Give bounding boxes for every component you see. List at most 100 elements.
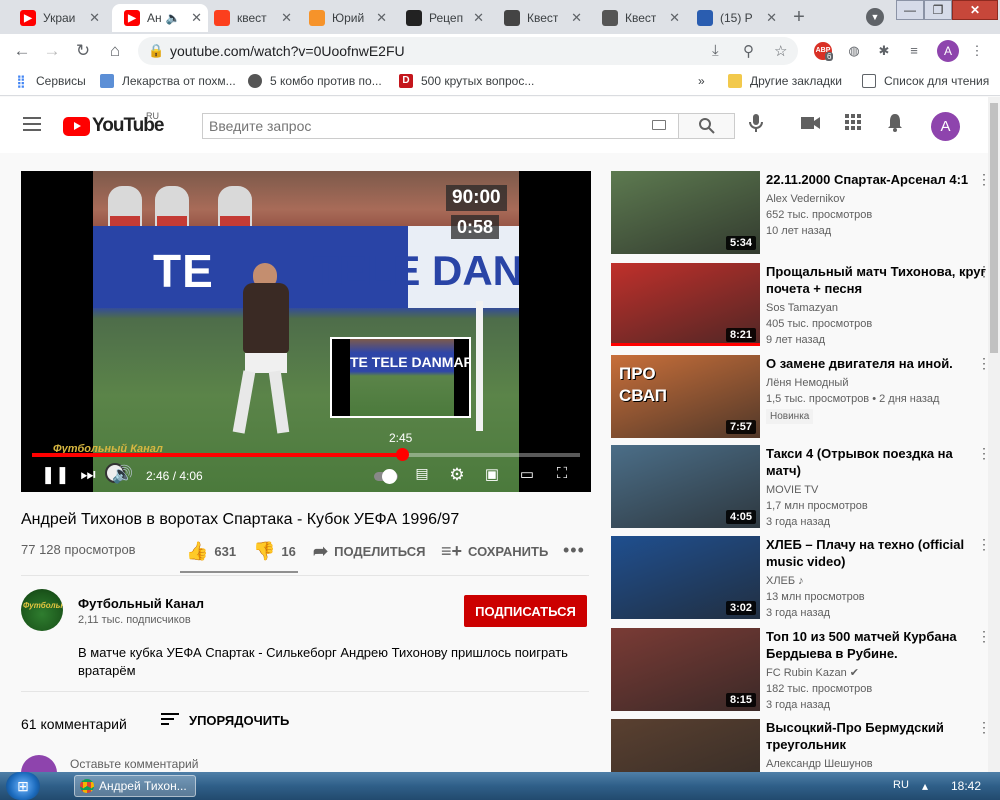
autoplay-toggle[interactable] (374, 469, 398, 484)
reload-icon[interactable]: ↻ (73, 41, 93, 61)
bookmarks-overflow-button[interactable]: » (698, 74, 705, 88)
fullscreen-icon[interactable]: ⛶ (551, 465, 573, 482)
related-video-title[interactable]: 22.11.2000 Спартак-Арсенал 4:1 (766, 171, 986, 188)
settings-gear-icon[interactable]: ⚙ (446, 465, 468, 485)
bookmark-item[interactable]: D 500 крутых вопрос... (399, 74, 534, 88)
close-tab-icon[interactable]: ✕ (473, 10, 484, 26)
tab-audio-icon[interactable]: 🔈 (166, 11, 181, 25)
video-thumbnail[interactable]: ПРО СВАП 7:57 (611, 355, 760, 438)
browser-tab[interactable]: Квест ✕ (590, 4, 686, 32)
create-video-icon[interactable] (799, 113, 823, 137)
subscribe-button[interactable]: ПОДПИСАТЬСЯ (464, 595, 587, 627)
forward-icon[interactable]: → (42, 41, 62, 61)
related-video-item[interactable]: ПРО СВАП 7:57 О замене двигателя на иной. Л… (611, 355, 988, 441)
search-input[interactable] (203, 114, 643, 138)
related-video-item[interactable]: 3:02 ХЛЕБ – Плачу на техно (official musi… (611, 536, 988, 622)
back-icon[interactable]: ← (12, 41, 32, 61)
browser-tab[interactable]: (15) Р ✕ (685, 4, 783, 32)
miniplayer-icon[interactable]: ▣ (481, 465, 503, 483)
video-menu-icon[interactable]: ⋮ (977, 263, 988, 280)
close-tab-icon[interactable]: ✕ (571, 10, 582, 26)
close-tab-icon[interactable]: ✕ (281, 10, 292, 26)
related-video-item[interactable]: 5:34 22.11.2000 Спартак-Арсенал 4:1 Alex V… (611, 171, 988, 257)
close-tab-icon[interactable]: ✕ (766, 10, 777, 26)
video-menu-icon[interactable]: ⋮ (977, 628, 988, 645)
globe-extension-icon[interactable]: ◍ (845, 42, 863, 60)
related-channel-name[interactable]: Alex Vedernikov (766, 191, 845, 207)
bookmark-star-icon[interactable]: ☆ (774, 42, 787, 60)
browser-tab[interactable]: ▶ Украи ✕ (8, 4, 106, 32)
video-thumbnail[interactable]: 5:34 (611, 171, 760, 254)
related-video-item[interactable]: 4:05 Такси 4 (Отрывок поездка на матч) MOV… (611, 445, 988, 531)
video-player[interactable]: TE TELE DANMAR 90:00 0:58 TE TELE DANMAR… (21, 171, 591, 492)
like-button[interactable]: 👍 631 (186, 541, 236, 562)
comment-input[interactable]: Оставьте комментарий (70, 757, 198, 771)
volume-icon[interactable]: 🔊 (112, 465, 134, 485)
menu-icon[interactable] (23, 117, 41, 131)
related-video-title[interactable]: Топ 10 из 500 матчей Курбана Бердыева в … (766, 628, 986, 662)
related-video-item[interactable]: 8:15 Топ 10 из 500 матчей Курбана Бердыев… (611, 628, 988, 714)
video-menu-icon[interactable]: ⋮ (977, 355, 988, 372)
bookmark-services[interactable]: ⣿ Сервисы (14, 74, 86, 88)
browser-menu-icon[interactable]: ⋮ (968, 42, 986, 60)
related-channel-name[interactable]: FC Rubin Kazan ✔ (766, 665, 859, 681)
browser-tab[interactable]: Юрий ✕ (297, 4, 393, 32)
other-bookmarks-folder[interactable]: Другие закладки (728, 74, 842, 88)
browser-tab[interactable]: Рецеп ✕ (394, 4, 490, 32)
video-thumbnail[interactable] (611, 719, 760, 772)
clock[interactable]: 18:42 (951, 779, 981, 793)
related-video-item[interactable]: 8:21 Прощальный матч Тихонова, круг почет… (611, 263, 988, 349)
url-text[interactable]: youtube.com/watch?v=0UoofnwE2FU (170, 43, 405, 59)
extensions-puzzle-icon[interactable]: ✱ (875, 42, 893, 60)
video-menu-icon[interactable]: ⋮ (977, 536, 988, 553)
channel-name[interactable]: Футбольный Канал (78, 596, 204, 611)
window-maximize-button[interactable]: ❐ (924, 0, 952, 20)
video-thumbnail[interactable]: 8:21 (611, 263, 760, 346)
video-thumbnail[interactable]: 4:05 (611, 445, 760, 528)
browser-tab[interactable]: Квест ✕ (492, 4, 588, 32)
pause-icon[interactable]: ❚❚ (41, 465, 70, 485)
start-button[interactable]: ⊞ (6, 772, 40, 800)
keyboard-icon[interactable] (652, 120, 666, 130)
related-channel-name[interactable]: MOVIE TV (766, 482, 818, 498)
close-tab-icon[interactable]: ✕ (89, 10, 100, 26)
subtitles-icon[interactable]: ▤ (411, 465, 433, 482)
zoom-icon[interactable]: ⚲ (743, 42, 754, 60)
install-icon[interactable]: ⤓ (712, 42, 719, 59)
lock-icon[interactable]: 🔒 (148, 43, 164, 59)
search-box[interactable] (202, 113, 679, 139)
close-tab-icon[interactable]: ✕ (669, 10, 680, 26)
related-video-title[interactable]: Высоцкий-Про Бермудский треугольник (766, 719, 986, 753)
home-icon[interactable]: ⌂ (105, 41, 125, 61)
close-tab-icon[interactable]: ✕ (191, 10, 202, 26)
video-menu-icon[interactable]: ⋮ (977, 171, 988, 188)
microphone-icon[interactable] (744, 113, 768, 137)
next-icon[interactable]: ⏭ (77, 465, 99, 485)
share-button[interactable]: ➦ ПОДЕЛИТЬСЯ (313, 541, 425, 562)
browser-profile-avatar[interactable]: A (937, 40, 959, 62)
bookmark-item[interactable]: Лекарства от похм... (100, 74, 236, 88)
video-menu-icon[interactable]: ⋮ (977, 445, 988, 462)
close-tab-icon[interactable]: ✕ (376, 10, 387, 26)
theater-mode-icon[interactable]: ▭ (516, 465, 538, 483)
progress-scrubber[interactable] (395, 448, 409, 461)
profile-menu-icon[interactable]: ▼ (866, 8, 884, 26)
related-channel-name[interactable]: ХЛЕБ ♪ (766, 573, 804, 589)
related-video-item[interactable]: Высоцкий-Про Бермудский треугольник Алекс… (611, 719, 988, 772)
account-avatar[interactable]: A (931, 112, 960, 141)
progress-bar[interactable] (32, 448, 580, 461)
window-close-button[interactable]: ✕ (952, 0, 998, 20)
video-thumbnail[interactable]: 3:02 (611, 536, 760, 619)
media-queue-icon[interactable]: ≡ (905, 42, 923, 60)
save-button[interactable]: ≡+ СОХРАНИТЬ (441, 541, 548, 562)
related-video-title[interactable]: О замене двигателя на иной. (766, 355, 986, 372)
taskbar-window-button[interactable]: Андрей Тихон... (74, 775, 196, 797)
scrollbar-thumb[interactable] (990, 103, 998, 353)
related-video-title[interactable]: ХЛЕБ – Плачу на техно (official music vi… (766, 536, 986, 570)
dislike-button[interactable]: 👎 16 (253, 541, 296, 562)
related-channel-name[interactable]: Sos Tamazyan (766, 300, 838, 316)
browser-tab[interactable]: ▶ Ан 🔈 ✕ (112, 4, 208, 32)
video-menu-icon[interactable]: ⋮ (977, 719, 988, 736)
apps-grid-icon[interactable] (841, 113, 865, 137)
related-video-title[interactable]: Такси 4 (Отрывок поездка на матч) (766, 445, 986, 479)
